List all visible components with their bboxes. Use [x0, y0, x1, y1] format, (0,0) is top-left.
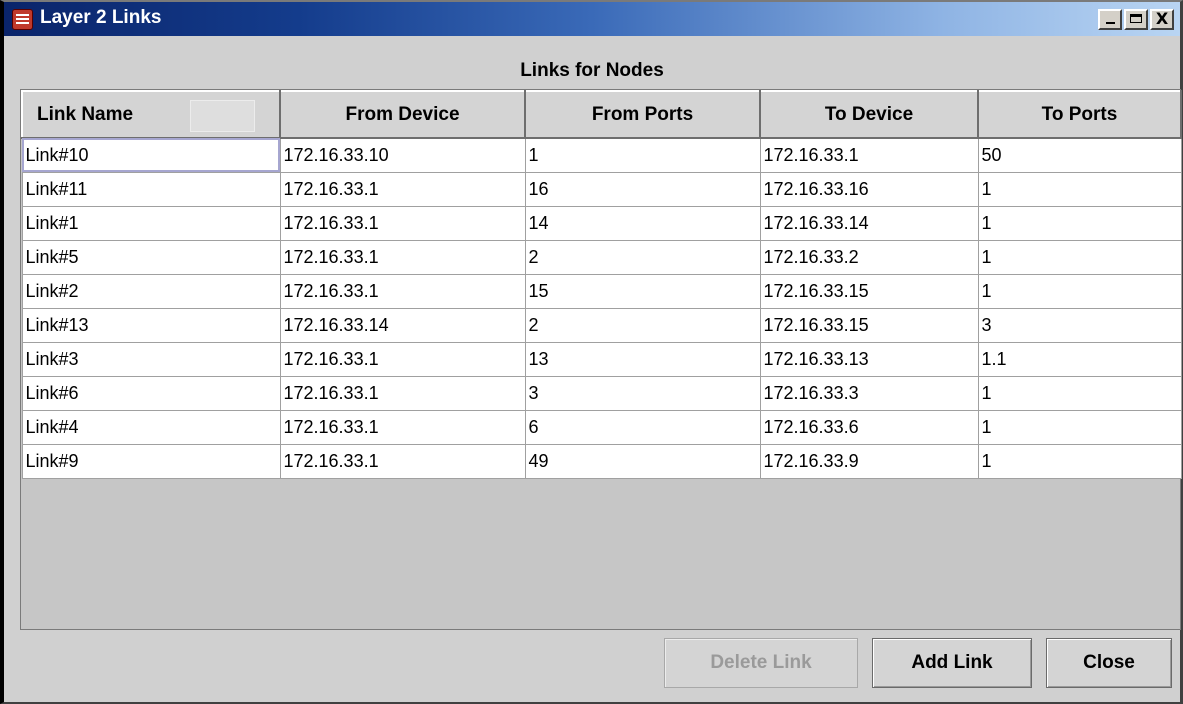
cell-to-ports[interactable]: 1	[977, 171, 1182, 207]
cell-from-device[interactable]: 172.16.33.1	[279, 375, 526, 411]
table-row[interactable]: Link#10 172.16.33.10 1 172.16.33.1 50	[21, 137, 1182, 173]
column-header-label: Link Name	[37, 103, 134, 125]
cell-to-ports[interactable]: 1	[977, 409, 1182, 445]
cell-from-ports[interactable]: 2	[524, 307, 761, 343]
cell-to-device[interactable]: 172.16.33.2	[759, 239, 979, 275]
window-title: Layer 2 Links	[40, 7, 162, 28]
close-button[interactable]: Close	[1046, 638, 1172, 688]
cell-to-ports[interactable]: 50	[977, 137, 1182, 173]
cell-from-device[interactable]: 172.16.33.1	[279, 205, 526, 241]
cell-from-device[interactable]: 172.16.33.1	[279, 273, 526, 309]
cell-to-ports[interactable]: 1	[977, 273, 1182, 309]
cell-link-name[interactable]: Link#2	[21, 273, 281, 309]
cell-link-name[interactable]: Link#4	[21, 409, 281, 445]
column-header-from-device[interactable]: From Device	[279, 90, 526, 139]
layer2-links-window: Layer 2 Links X Links for Nodes Link Nam…	[0, 0, 1183, 704]
cell-to-ports[interactable]: 1	[977, 205, 1182, 241]
header-resize-handle[interactable]	[190, 100, 255, 132]
column-header-to-device[interactable]: To Device	[759, 90, 979, 139]
column-header-to-ports[interactable]: To Ports	[977, 90, 1182, 139]
cell-from-ports[interactable]: 3	[524, 375, 761, 411]
cell-link-name[interactable]: Link#3	[21, 341, 281, 377]
table-caption: Links for Nodes	[520, 60, 664, 81]
cell-to-device[interactable]: 172.16.33.14	[759, 205, 979, 241]
cell-link-name[interactable]: Link#6	[21, 375, 281, 411]
table-header-row: Link Name From Device From Ports To Devi…	[21, 90, 1182, 139]
cell-from-ports[interactable]: 13	[524, 341, 761, 377]
links-table-container: Link Name From Device From Ports To Devi…	[20, 89, 1182, 630]
cell-to-device[interactable]: 172.16.33.15	[759, 307, 979, 343]
cell-to-device[interactable]: 172.16.33.16	[759, 171, 979, 207]
cell-from-ports[interactable]: 1	[524, 137, 761, 173]
cell-to-device[interactable]: 172.16.33.1	[759, 137, 979, 173]
table-row[interactable]: Link#2 172.16.33.1 15 172.16.33.15 1	[21, 273, 1182, 309]
cell-to-ports[interactable]: 3	[977, 307, 1182, 343]
cell-link-name[interactable]: Link#10	[21, 137, 281, 173]
delete-link-button[interactable]: Delete Link	[664, 638, 858, 688]
cell-from-ports[interactable]: 16	[524, 171, 761, 207]
title-bar[interactable]: Layer 2 Links X	[4, 2, 1180, 36]
cell-from-ports[interactable]: 14	[524, 205, 761, 241]
cell-to-ports[interactable]: 1.1	[977, 341, 1182, 377]
cell-link-name[interactable]: Link#13	[21, 307, 281, 343]
cell-to-device[interactable]: 172.16.33.3	[759, 375, 979, 411]
cell-link-name[interactable]: Link#11	[21, 171, 281, 207]
maximize-icon[interactable]	[1124, 9, 1148, 30]
close-icon[interactable]: X	[1150, 9, 1174, 30]
cell-to-device[interactable]: 172.16.33.13	[759, 341, 979, 377]
table-row[interactable]: Link#3 172.16.33.1 13 172.16.33.13 1.1	[21, 341, 1182, 377]
button-bar: Delete Link Add Link Close	[664, 638, 1172, 688]
table-row[interactable]: Link#9 172.16.33.1 49 172.16.33.9 1	[21, 443, 1182, 479]
cell-from-device[interactable]: 172.16.33.10	[279, 137, 526, 173]
cell-from-ports[interactable]: 49	[524, 443, 761, 479]
cell-from-ports[interactable]: 2	[524, 239, 761, 275]
cell-from-device[interactable]: 172.16.33.1	[279, 171, 526, 207]
minimize-icon[interactable]	[1098, 9, 1122, 30]
cell-from-device[interactable]: 172.16.33.1	[279, 409, 526, 445]
cell-to-device[interactable]: 172.16.33.15	[759, 273, 979, 309]
cell-to-ports[interactable]: 1	[977, 375, 1182, 411]
cell-from-ports[interactable]: 15	[524, 273, 761, 309]
table-row[interactable]: Link#6 172.16.33.1 3 172.16.33.3 1	[21, 375, 1182, 411]
table-row[interactable]: Link#13 172.16.33.14 2 172.16.33.15 3	[21, 307, 1182, 343]
table-row[interactable]: Link#11 172.16.33.1 16 172.16.33.16 1	[21, 171, 1182, 207]
column-header-from-ports[interactable]: From Ports	[524, 90, 761, 139]
table-row[interactable]: Link#5 172.16.33.1 2 172.16.33.2 1	[21, 239, 1182, 275]
cell-to-ports[interactable]: 1	[977, 239, 1182, 275]
cell-from-device[interactable]: 172.16.33.1	[279, 341, 526, 377]
cell-to-device[interactable]: 172.16.33.6	[759, 409, 979, 445]
cell-to-device[interactable]: 172.16.33.9	[759, 443, 979, 479]
cell-link-name[interactable]: Link#1	[21, 205, 281, 241]
cell-from-ports[interactable]: 6	[524, 409, 761, 445]
cell-link-name[interactable]: Link#9	[21, 443, 281, 479]
links-table: Link Name From Device From Ports To Devi…	[21, 90, 1182, 479]
cell-from-device[interactable]: 172.16.33.1	[279, 239, 526, 275]
cell-from-device[interactable]: 172.16.33.14	[279, 307, 526, 343]
add-link-button[interactable]: Add Link	[872, 638, 1032, 688]
cell-to-ports[interactable]: 1	[977, 443, 1182, 479]
cell-link-name[interactable]: Link#5	[21, 239, 281, 275]
table-row[interactable]: Link#4 172.16.33.1 6 172.16.33.6 1	[21, 409, 1182, 445]
cell-from-device[interactable]: 172.16.33.1	[279, 443, 526, 479]
column-header-link-name[interactable]: Link Name	[21, 90, 281, 139]
window-controls: X	[1096, 9, 1174, 30]
table-row[interactable]: Link#1 172.16.33.1 14 172.16.33.14 1	[21, 205, 1182, 241]
app-icon	[12, 9, 33, 30]
